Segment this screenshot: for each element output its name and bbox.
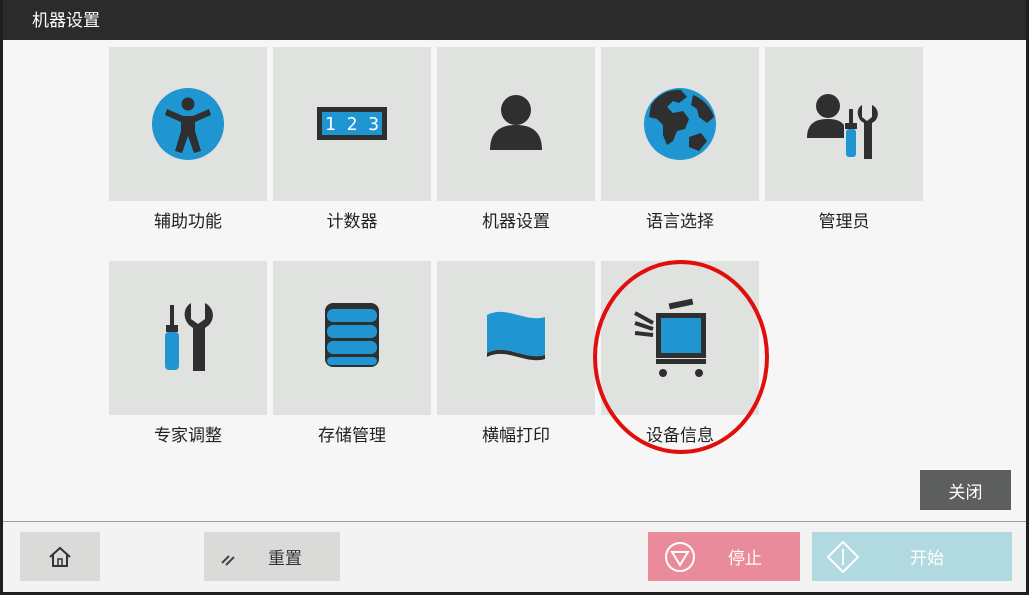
tile-language[interactable] (601, 47, 759, 201)
tile-label: 专家调整 (154, 426, 222, 446)
stop-button[interactable]: 停止 (648, 532, 800, 581)
tile-expert-adjustment[interactable] (109, 261, 267, 415)
reset-label: 重置 (268, 549, 302, 569)
tile-label: 设备信息 (646, 426, 714, 446)
tile-counter[interactable]: 1 2 3 (273, 47, 431, 201)
administrator-icon (807, 94, 878, 159)
tile-storage-management[interactable] (273, 261, 431, 415)
reset-icon (221, 554, 235, 566)
tile-banner-print[interactable] (437, 261, 595, 415)
tile-label: 语言选择 (646, 212, 714, 232)
stop-label: 停止 (728, 549, 762, 569)
tile-accessibility[interactable] (109, 47, 267, 201)
start-label: 开始 (910, 549, 944, 569)
device-info-icon (634, 298, 706, 377)
tile-administrator[interactable] (765, 47, 923, 201)
tools-icon (165, 303, 213, 371)
home-icon (49, 546, 71, 567)
stop-icon (665, 541, 695, 572)
tile-label: 横幅打印 (482, 426, 550, 446)
user-icon (490, 95, 542, 150)
storage-icon (325, 303, 379, 367)
reset-button[interactable]: 重置 (204, 532, 340, 581)
banner-icon (487, 311, 545, 361)
accessibility-icon (152, 88, 224, 160)
tile-label: 管理员 (818, 212, 870, 232)
counter-digits: 1 2 3 (325, 114, 379, 135)
start-icon (826, 540, 860, 573)
tile-device-info[interactable] (601, 261, 759, 415)
globe-icon (644, 88, 716, 160)
tile-machine-settings[interactable] (437, 47, 595, 201)
counter-icon: 1 2 3 (317, 107, 387, 140)
bottom-bar: 重置 停止 开始 (3, 522, 1026, 592)
tile-label: 计数器 (326, 212, 378, 232)
tile-label: 机器设置 (482, 212, 550, 232)
machine-settings-screen: 机器设置 辅助功能 1 2 3 计数器 机器设置 语言选择 管理员 专家调整 存… (3, 0, 1026, 592)
title-bar: 机器设置 (3, 0, 1026, 40)
start-button[interactable]: 开始 (812, 532, 1012, 581)
tile-label: 存储管理 (318, 426, 386, 446)
window-title: 机器设置 (32, 11, 100, 31)
tile-label: 辅助功能 (154, 212, 222, 232)
close-button[interactable]: 关闭 (920, 470, 1011, 510)
home-button[interactable] (20, 532, 100, 581)
